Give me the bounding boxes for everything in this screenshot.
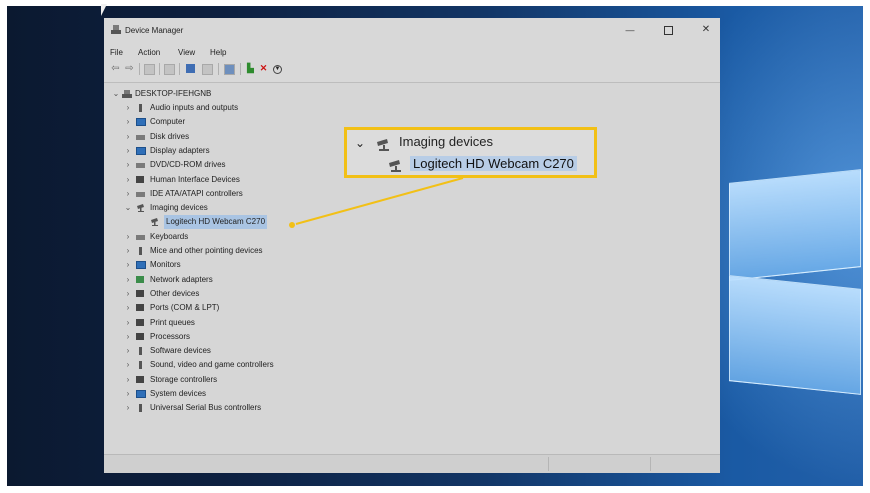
camera-icon: [389, 160, 401, 172]
callout-webcam-label: Logitech HD Webcam C270: [410, 156, 577, 171]
callout-line: [295, 177, 464, 225]
zoom-callout: ⌄ Imaging devices Logitech HD Webcam C27…: [344, 127, 597, 178]
callout-connector: [289, 177, 464, 228]
chevron-down-icon: ⌄: [355, 136, 366, 150]
callout-imaging-devices-label: Imaging devices: [399, 134, 493, 149]
callout-dot: [289, 222, 295, 228]
camera-icon: [377, 139, 389, 151]
